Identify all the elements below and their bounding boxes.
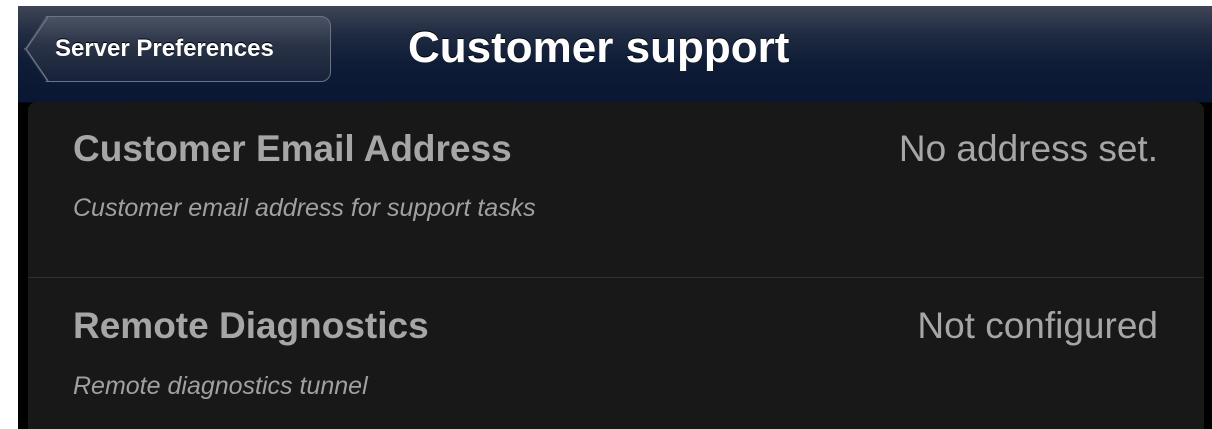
page-title: Customer support <box>408 23 790 72</box>
app-window: Server Preferences Customer support Cust… <box>18 6 1212 429</box>
list-item-subtitle: Remote diagnostics tunnel <box>73 372 368 400</box>
list-item-value: Not configured <box>917 305 1158 346</box>
navigation-bar: Server Preferences Customer support <box>18 6 1212 103</box>
list-item-remote-diagnostics[interactable]: Remote Diagnostics Remote diagnostics tu… <box>28 278 1204 429</box>
list-item-value: No address set. <box>898 128 1158 169</box>
list-item-customer-email[interactable]: Customer Email Address Customer email ad… <box>28 102 1204 277</box>
list-item-subtitle: Customer email address for support tasks <box>73 194 536 222</box>
back-button-label: Server Preferences <box>55 35 274 62</box>
list-item-title: Remote Diagnostics <box>73 305 429 346</box>
list-item-title: Customer Email Address <box>73 128 512 169</box>
back-button[interactable]: Server Preferences <box>24 16 331 82</box>
settings-list: Customer Email Address Customer email ad… <box>28 102 1204 429</box>
